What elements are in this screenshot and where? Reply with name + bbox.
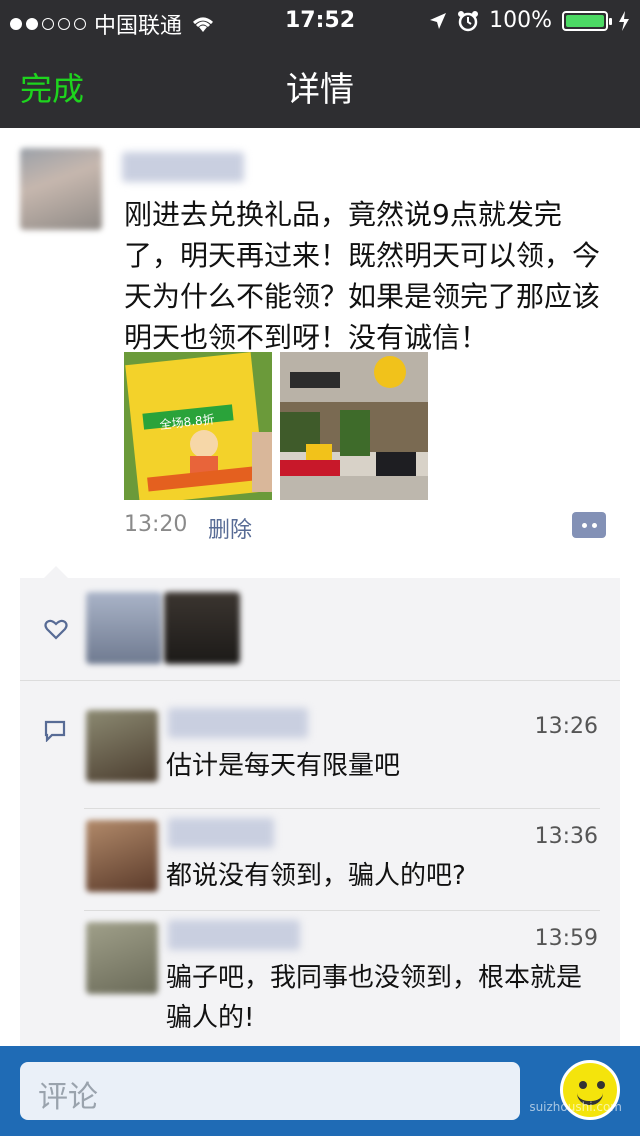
- author-avatar[interactable]: [20, 148, 102, 230]
- comment-text: 估计是每天有限量吧: [166, 751, 401, 781]
- charging-bolt-icon: [619, 10, 629, 31]
- battery-icon: [562, 10, 612, 31]
- heart-icon: [44, 619, 68, 640]
- comment-divider: [84, 808, 600, 809]
- battery-percent: 100%: [489, 8, 552, 33]
- comment-text: 骗子吧，我同事也没领到，根本就是骗人的!: [166, 963, 583, 1033]
- nav-bar: 完成 详情: [0, 40, 640, 128]
- post-time: 13:20: [124, 512, 188, 537]
- panel-divider: [20, 680, 620, 681]
- panel-pointer: [44, 566, 68, 578]
- commenter-avatar[interactable]: [86, 922, 158, 994]
- commenter-name[interactable]: [168, 708, 308, 738]
- flyer-photo[interactable]: 全场8.8折: [124, 352, 272, 500]
- comment-text: 都说没有领到，骗人的吧?: [166, 861, 466, 891]
- delete-button[interactable]: 删除: [208, 512, 252, 544]
- comment-input[interactable]: 评论: [20, 1062, 520, 1120]
- comment-bubble-icon: [44, 720, 66, 742]
- commenter-name[interactable]: [168, 818, 274, 848]
- like-avatar[interactable]: [86, 592, 162, 664]
- comment-time: 13:59: [534, 926, 598, 951]
- page-title: 详情: [286, 70, 354, 110]
- comment-divider: [84, 910, 600, 911]
- alarm-clock-icon: [458, 10, 479, 31]
- commenter-avatar[interactable]: [86, 710, 158, 782]
- comment-time: 13:26: [534, 714, 598, 739]
- comment-time: 13:36: [534, 824, 598, 849]
- status-right: 100%: [429, 8, 630, 33]
- commenter-avatar[interactable]: [86, 820, 158, 892]
- storefront-photo[interactable]: [280, 352, 428, 500]
- location-arrow-icon: [430, 12, 447, 29]
- top-bar: 中国联通 17:52 100% 完成 详情: [0, 0, 640, 128]
- status-bar: 中国联通 17:52 100%: [0, 0, 640, 40]
- commenter-name[interactable]: [168, 920, 300, 950]
- comment-menu-button[interactable]: [572, 512, 606, 538]
- comment-input-bar: 评论 suizhoushi.com: [0, 1046, 640, 1136]
- watermark-text: suizhoushi.com: [529, 1100, 622, 1114]
- post-text: 刚进去兑换礼品，竟然说9点就发完了，明天再过来！既然明天可以领，今天为什么不能领…: [124, 198, 601, 354]
- author-name[interactable]: [122, 152, 244, 182]
- like-avatar[interactable]: [164, 592, 240, 664]
